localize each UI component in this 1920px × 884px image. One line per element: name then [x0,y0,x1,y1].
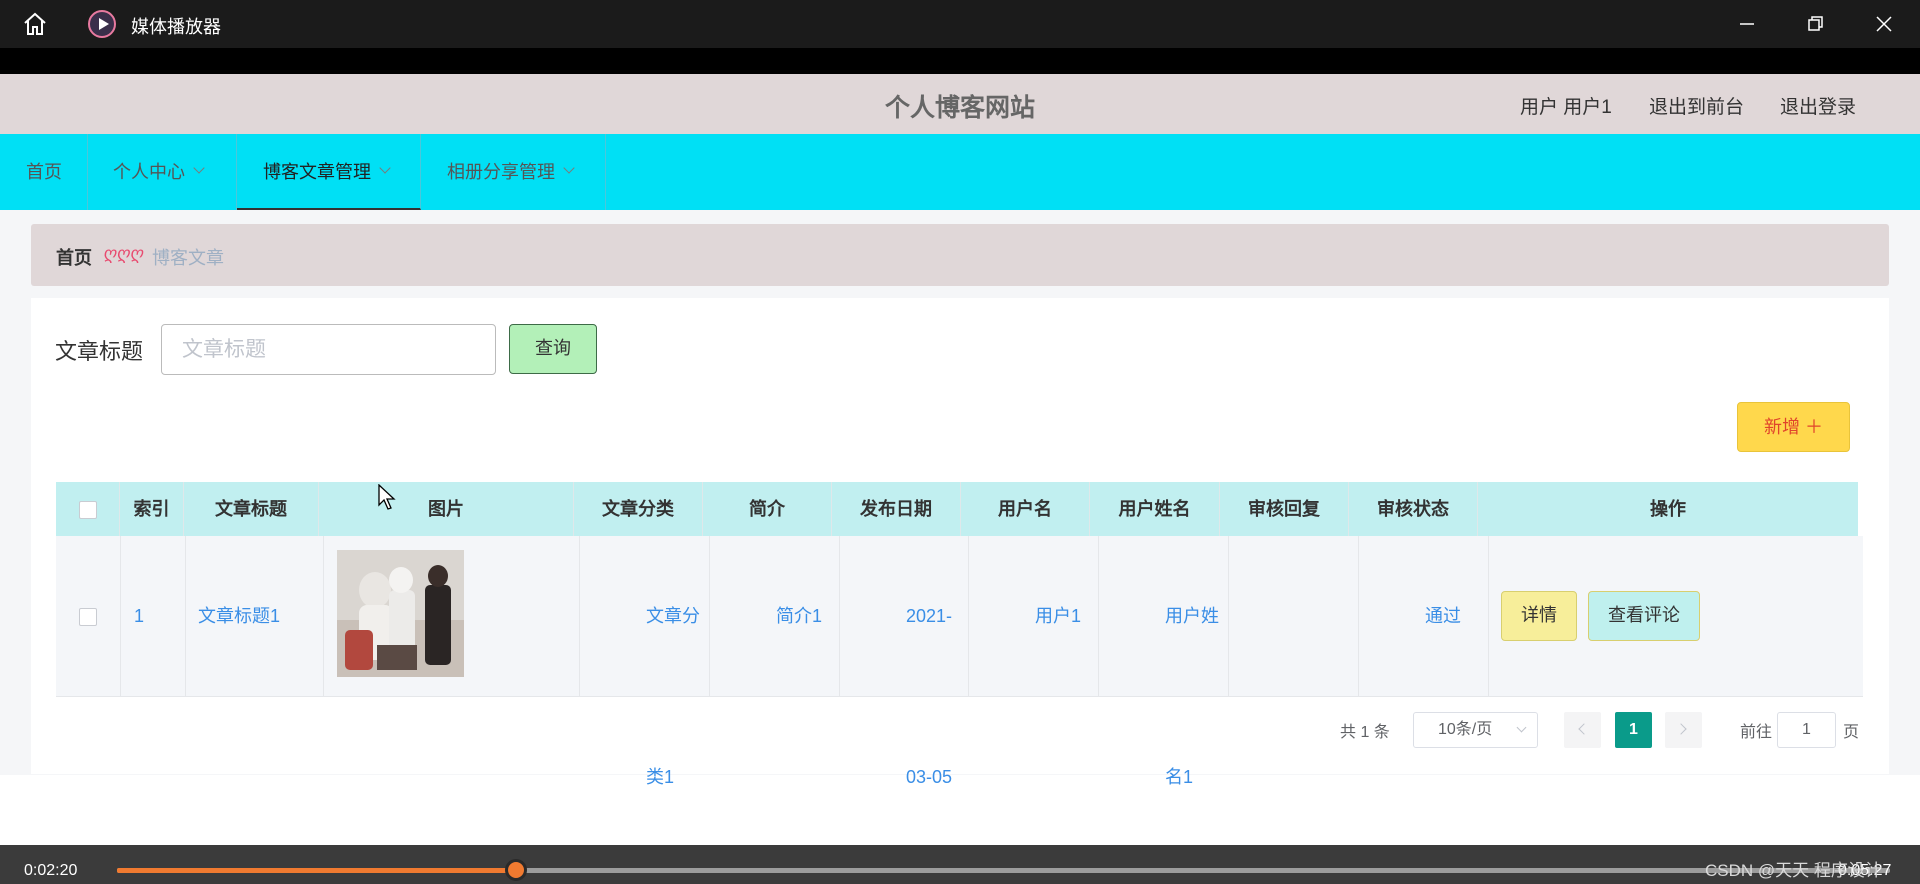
row-checkbox[interactable] [79,608,97,627]
article-thumbnail[interactable] [337,550,464,677]
page-jump-input[interactable] [1777,712,1836,748]
row-select-cell [56,536,121,697]
detail-button[interactable]: 详情 [1501,591,1577,641]
nav-item-album-management[interactable]: 相册分享管理 [421,134,606,210]
page-number-current[interactable]: 1 [1615,712,1652,748]
column-header: 索引 [120,482,184,536]
select-all-checkbox[interactable] [78,501,97,520]
column-header: 文章分类 [574,482,703,536]
app-title: 媒体播放器 [131,17,221,37]
chevron-down-icon [563,162,575,174]
cell-date: 2021-03-05 [840,536,969,787]
column-header: 文章标题 [184,482,319,536]
add-button[interactable]: 新增 ＋ [1737,402,1850,452]
table-header: 索引 文章标题 图片 文章分类 简介 发布日期 用户名 用户姓名 审核回复 审核… [56,482,1858,536]
player-titlebar: 媒体播放器 [0,0,1920,48]
breadcrumb-separator: ღღღ [103,244,144,263]
page-unit-label: 页 [1843,724,1860,741]
seek-bar[interactable] [117,868,1890,873]
minimize-icon[interactable] [1733,10,1761,38]
player-controls [0,845,1920,884]
cell-reply [1229,536,1359,697]
next-page-button[interactable] [1665,712,1702,748]
cell-username: 用户1 [969,536,1099,697]
column-header: 图片 [319,482,574,536]
column-header: 用户名 [961,482,1090,536]
close-icon[interactable] [1870,10,1898,38]
mouse-cursor-icon [378,484,396,510]
current-time: 0:02:20 [24,862,78,879]
article-image [337,550,464,677]
search-input[interactable] [161,324,496,375]
column-header: 操作 [1650,499,1686,519]
site-title: 个人博客网站 [884,94,1035,122]
restore-icon[interactable] [1801,10,1829,38]
prev-page-button[interactable] [1564,712,1601,748]
media-player-icon [88,10,116,38]
site-header: 个人博客网站 用户 用户1 退出到前台 退出登录 [0,74,1920,134]
nav-item-personal-center[interactable]: 个人中心 [88,134,237,210]
breadcrumb-home[interactable]: 首页 [56,244,92,270]
nav-item-label: 首页 [26,162,62,182]
chevron-down-icon [193,162,205,174]
cell-index: 1 [121,536,186,697]
page-size-select[interactable]: 10条/页 [1413,712,1538,748]
nav-item-home[interactable]: 首页 [0,134,88,210]
seek-bar-progress [117,868,516,873]
column-header: 用户姓名 [1090,482,1220,536]
home-icon[interactable] [22,12,48,36]
breadcrumb-current: 博客文章 [152,248,224,268]
nav-item-label: 博客文章管理 [263,162,371,182]
current-user: 用户 用户1 [1520,97,1612,118]
chevron-down-icon [379,162,391,174]
goto-label: 前往 [1740,724,1773,741]
watermark: CSDN @天天 程序设计 [1705,861,1882,880]
video-letterbox [0,48,1920,74]
cell-name: 用户姓名1 [1099,536,1229,787]
column-header: 发布日期 [832,482,961,536]
main-nav: 首页 个人中心 博客文章管理 相册分享管理 [0,134,1920,210]
cell-intro: 简介1 [710,536,840,697]
column-header: 审核回复 [1220,482,1349,536]
nav-item-blog-management[interactable]: 博客文章管理 [237,134,421,210]
column-header: 审核状态 [1349,482,1478,536]
cell-category: 文章分类1 [580,536,710,787]
chevron-down-icon [1516,722,1527,733]
breadcrumb: 首页 ღღღ 博客文章 [31,224,1889,286]
cell-status: 通过 [1359,536,1489,697]
view-comments-button[interactable]: 查看评论 [1588,591,1700,641]
select-all-cell [56,482,120,536]
query-button[interactable]: 查询 [509,324,597,374]
cell-title: 文章标题1 [186,536,324,697]
search-label: 文章标题 [55,339,144,364]
logout-link[interactable]: 退出登录 [1780,92,1856,119]
page-size-value: 10条/页 [1438,721,1493,738]
pagination-total: 共 1 条 [1340,724,1390,741]
column-header: 简介 [703,482,832,536]
nav-item-label: 个人中心 [113,162,185,182]
nav-item-label: 相册分享管理 [447,162,555,182]
seek-handle[interactable] [504,859,527,881]
exit-to-front-link[interactable]: 退出到前台 [1649,92,1744,119]
